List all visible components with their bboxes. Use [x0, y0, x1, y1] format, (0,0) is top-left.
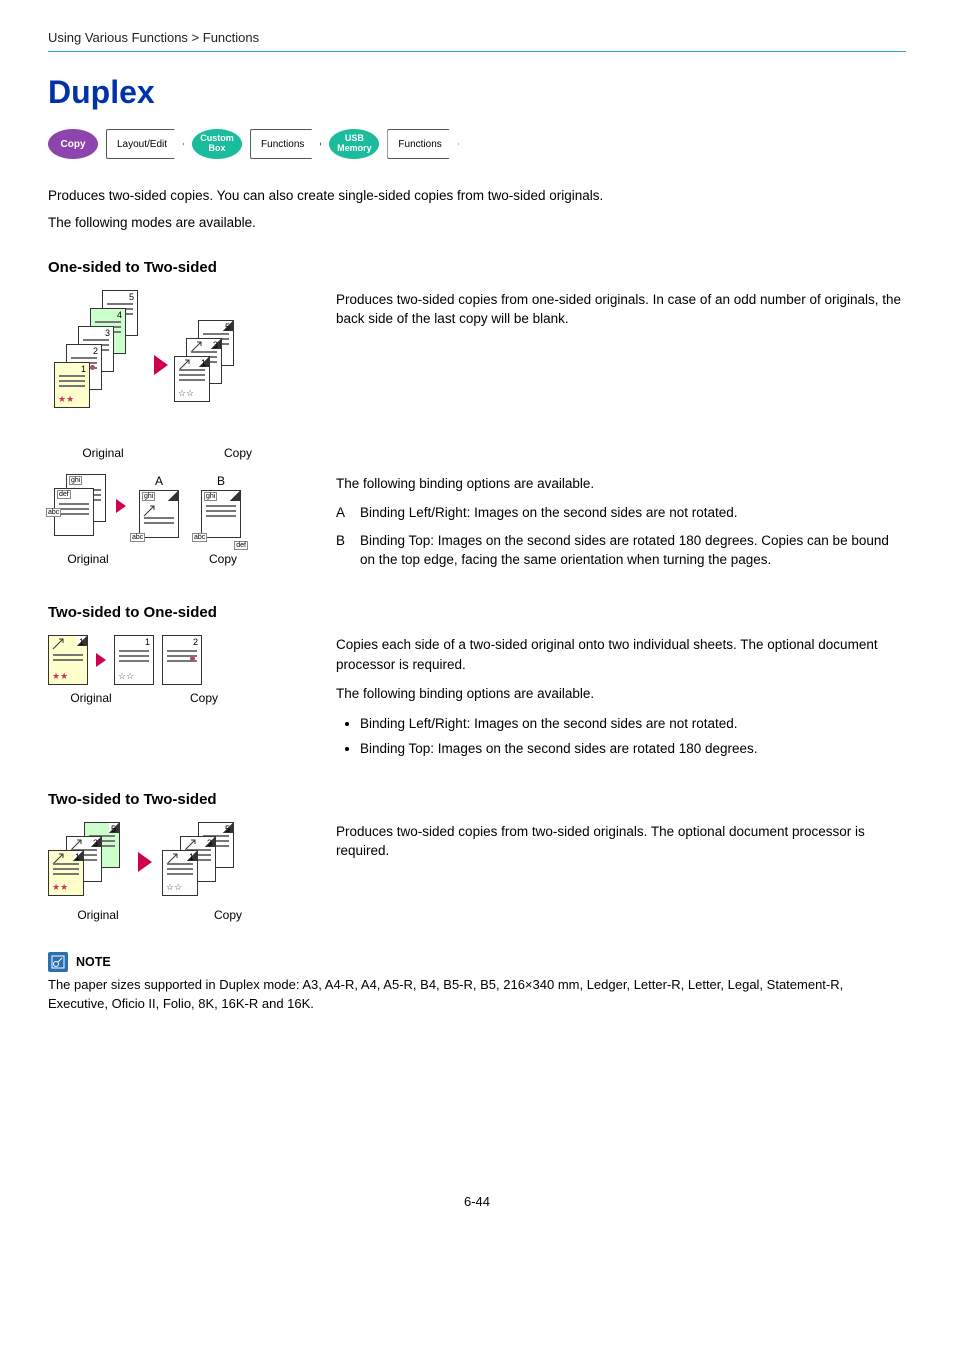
page-number: 6-44 [48, 1194, 906, 1209]
tok: def [57, 490, 71, 499]
arrow-icon [138, 852, 152, 872]
opt-key-a: A [336, 503, 350, 523]
diagram-two-to-one: 1★★ 1☆☆ 2 Original Copy [48, 635, 308, 705]
tok: abc [46, 508, 61, 517]
tok: ghi [142, 492, 155, 501]
heading-two-sided-to-two-sided: Two-sided to Two-sided [48, 791, 906, 808]
pg-num: 3 [207, 838, 212, 848]
caption-original: Original [48, 552, 128, 566]
pg-num: 1 [81, 364, 86, 374]
tok: abc [192, 533, 207, 542]
tok: ghi [204, 492, 217, 501]
breadcrumb: Using Various Functions > Functions [48, 30, 906, 45]
tok: ghi [69, 476, 82, 485]
pg-num: 5 [225, 824, 230, 834]
s2-bullet-2: Binding Top: Images on the second sides … [360, 739, 906, 759]
pg-num: 1 [145, 637, 150, 647]
caption-original: Original [48, 691, 134, 705]
badge-functions-2: Functions [387, 129, 458, 159]
pg-num: 3 [213, 340, 218, 350]
intro-text-2: The following modes are available. [48, 214, 906, 233]
pg-num: 2 [93, 346, 98, 356]
badge-custom-box: Custom Box [192, 129, 242, 159]
pg-num: 5 [225, 322, 230, 332]
opt-key-b: B [336, 531, 350, 570]
s2-binding-intro: The following binding options are availa… [336, 684, 906, 704]
badge-layout-edit: Layout/Edit [106, 129, 184, 159]
intro-text-1: Produces two-sided copies. You can also … [48, 187, 906, 206]
s1-desc: Produces two-sided copies from one-sided… [336, 290, 906, 329]
diagram-binding: ghi def abc A ghi abc B ghi abc def [48, 474, 308, 566]
tok: def [234, 541, 248, 550]
note-label: NOTE [76, 955, 111, 969]
opt-b-text: Binding Top: Images on the second sides … [360, 531, 906, 570]
note-text: The paper sizes supported in Duplex mode… [48, 976, 906, 1014]
caption-copy: Copy [178, 552, 268, 566]
badge-row: Copy Layout/Edit Custom Box Functions US… [48, 129, 906, 159]
pg-num: 1 [189, 852, 194, 862]
arrow-icon [116, 499, 126, 513]
arrow-icon [96, 653, 106, 667]
pg-num: 1 [201, 358, 206, 368]
label-a: A [130, 474, 188, 488]
pg-num: 5 [111, 824, 116, 834]
pg-num: 1 [75, 852, 80, 862]
caption-copy: Copy [198, 446, 278, 460]
arrow-icon [154, 355, 168, 375]
note-icon [48, 952, 68, 972]
badge-copy: Copy [48, 129, 98, 159]
label-b: B [192, 474, 250, 488]
pg-num: 5 [129, 292, 134, 302]
pg-num: 3 [105, 328, 110, 338]
heading-one-sided-to-two-sided: One-sided to Two-sided [48, 259, 906, 276]
caption-copy: Copy [178, 908, 278, 922]
caption-original: Original [48, 446, 158, 460]
s3-desc: Produces two-sided copies from two-sided… [336, 822, 906, 861]
binding-intro: The following binding options are availa… [336, 474, 906, 494]
opt-a-text: Binding Left/Right: Images on the second… [360, 503, 738, 523]
s2-bullet-1: Binding Left/Right: Images on the second… [360, 714, 906, 734]
page-title: Duplex [48, 74, 906, 111]
diagram-one-to-two: 5 4 3 2 1★★ 5 3 1☆☆ Original Copy [48, 290, 308, 460]
pg-num: 3 [93, 838, 98, 848]
pg-num: 1 [79, 637, 84, 647]
caption-original: Original [48, 908, 148, 922]
heading-two-sided-to-one-sided: Two-sided to One-sided [48, 604, 906, 621]
s2-desc: Copies each side of a two-sided original… [336, 635, 906, 674]
tok: abc [130, 533, 145, 542]
badge-functions-1: Functions [250, 129, 321, 159]
badge-usb-memory: USB Memory [329, 129, 379, 159]
pg-num: 4 [117, 310, 122, 320]
note-box: NOTE The paper sizes supported in Duplex… [48, 952, 906, 1014]
pg-num: 2 [193, 637, 198, 647]
divider [48, 51, 906, 52]
caption-copy: Copy [154, 691, 254, 705]
diagram-two-to-two: 5 3 1★★ 5 3 1☆☆ Original Copy [48, 822, 308, 922]
